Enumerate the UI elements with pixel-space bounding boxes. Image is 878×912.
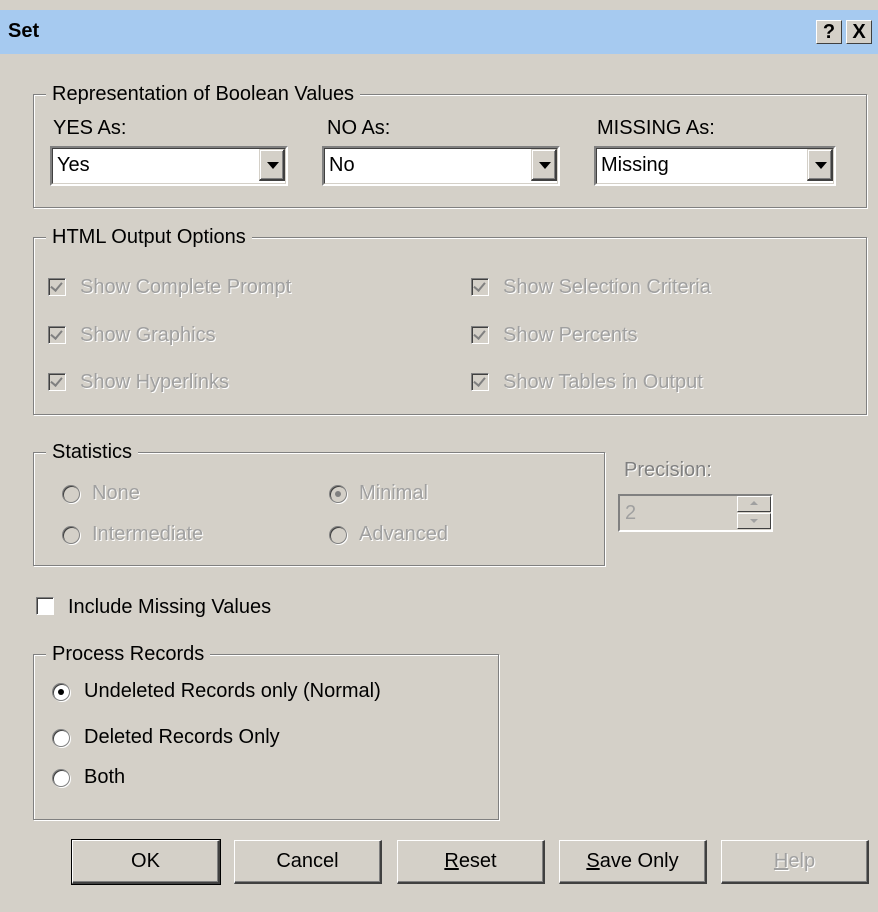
stat-advanced-radio[interactable] bbox=[329, 526, 347, 544]
show-complete-prompt-checkbox[interactable] bbox=[48, 278, 66, 296]
statistics-group: Statistics bbox=[33, 440, 605, 566]
yes-as-label: YES As: bbox=[53, 117, 127, 139]
set-dialog: Set ? X Representation of Boolean Values… bbox=[0, 0, 878, 912]
close-button[interactable]: X bbox=[846, 20, 872, 44]
reset-mnemonic: R bbox=[444, 850, 459, 872]
no-as-select[interactable]: No bbox=[322, 146, 560, 186]
title-bar[interactable]: Set ? X bbox=[0, 10, 878, 54]
missing-as-value: Missing bbox=[601, 154, 669, 176]
missing-as-label: MISSING As: bbox=[597, 117, 715, 139]
reset-label: eset bbox=[458, 850, 497, 872]
show-tables-label: Show Tables in Output bbox=[503, 371, 703, 393]
cancel-button[interactable]: Cancel bbox=[234, 840, 382, 884]
include-missing-checkbox[interactable] bbox=[36, 597, 54, 615]
chevron-down-icon[interactable] bbox=[259, 149, 285, 181]
ok-button[interactable]: OK bbox=[71, 839, 221, 885]
show-selection-criteria-label: Show Selection Criteria bbox=[503, 276, 711, 298]
html-output-legend: HTML Output Options bbox=[46, 225, 252, 249]
chevron-down-icon[interactable] bbox=[531, 149, 557, 181]
both-records-label: Both bbox=[84, 766, 126, 788]
help-button[interactable]: Help bbox=[721, 840, 869, 884]
include-missing-label: Include Missing Values bbox=[68, 596, 272, 618]
no-as-label: NO As: bbox=[327, 117, 391, 139]
precision-spinner[interactable]: 2 bbox=[618, 494, 773, 532]
statistics-legend: Statistics bbox=[46, 440, 139, 464]
show-graphics-checkbox[interactable] bbox=[48, 326, 66, 344]
yes-as-value: Yes bbox=[57, 154, 90, 176]
help-label: elp bbox=[788, 850, 816, 872]
no-as-value: No bbox=[329, 154, 355, 176]
show-selection-criteria-checkbox[interactable] bbox=[471, 278, 489, 296]
yes-as-select[interactable]: Yes bbox=[50, 146, 288, 186]
show-percents-label: Show Percents bbox=[503, 324, 638, 346]
help-title-button[interactable]: ? bbox=[816, 20, 842, 44]
reset-button[interactable]: Reset bbox=[397, 840, 545, 884]
boolean-values-legend: Representation of Boolean Values bbox=[46, 82, 361, 106]
stat-minimal-label: Minimal bbox=[359, 482, 428, 504]
deleted-records-label: Deleted Records Only bbox=[84, 726, 280, 748]
save-only-button[interactable]: Save Only bbox=[559, 840, 707, 884]
show-tables-checkbox[interactable] bbox=[471, 373, 489, 391]
stat-none-label: None bbox=[92, 482, 140, 504]
show-complete-prompt-label: Show Complete Prompt bbox=[80, 276, 292, 298]
process-records-legend: Process Records bbox=[46, 642, 211, 666]
both-records-radio[interactable] bbox=[52, 769, 70, 787]
save-only-label: ave Only bbox=[599, 850, 679, 872]
deleted-records-radio[interactable] bbox=[52, 729, 70, 747]
undeleted-records-radio[interactable] bbox=[52, 683, 70, 701]
stat-intermediate-radio[interactable] bbox=[62, 526, 80, 544]
precision-label: Precision: bbox=[624, 459, 712, 481]
stat-advanced-label: Advanced bbox=[359, 523, 448, 545]
stat-none-radio[interactable] bbox=[62, 485, 80, 503]
show-hyperlinks-label: Show Hyperlinks bbox=[80, 371, 229, 393]
chevron-down-icon[interactable] bbox=[807, 149, 833, 181]
help-mnemonic: H bbox=[773, 850, 789, 872]
show-hyperlinks-checkbox[interactable] bbox=[48, 373, 66, 391]
missing-as-select[interactable]: Missing bbox=[594, 146, 836, 186]
window-title: Set bbox=[8, 20, 40, 42]
save-mnemonic: S bbox=[586, 850, 600, 872]
show-percents-checkbox[interactable] bbox=[471, 326, 489, 344]
undeleted-records-label: Undeleted Records only (Normal) bbox=[84, 680, 381, 702]
precision-value: 2 bbox=[625, 502, 637, 524]
stat-minimal-radio[interactable] bbox=[329, 485, 347, 503]
spin-up-icon[interactable] bbox=[737, 496, 771, 512]
show-graphics-label: Show Graphics bbox=[80, 324, 216, 346]
stat-intermediate-label: Intermediate bbox=[92, 523, 204, 545]
spin-down-icon[interactable] bbox=[737, 513, 771, 529]
